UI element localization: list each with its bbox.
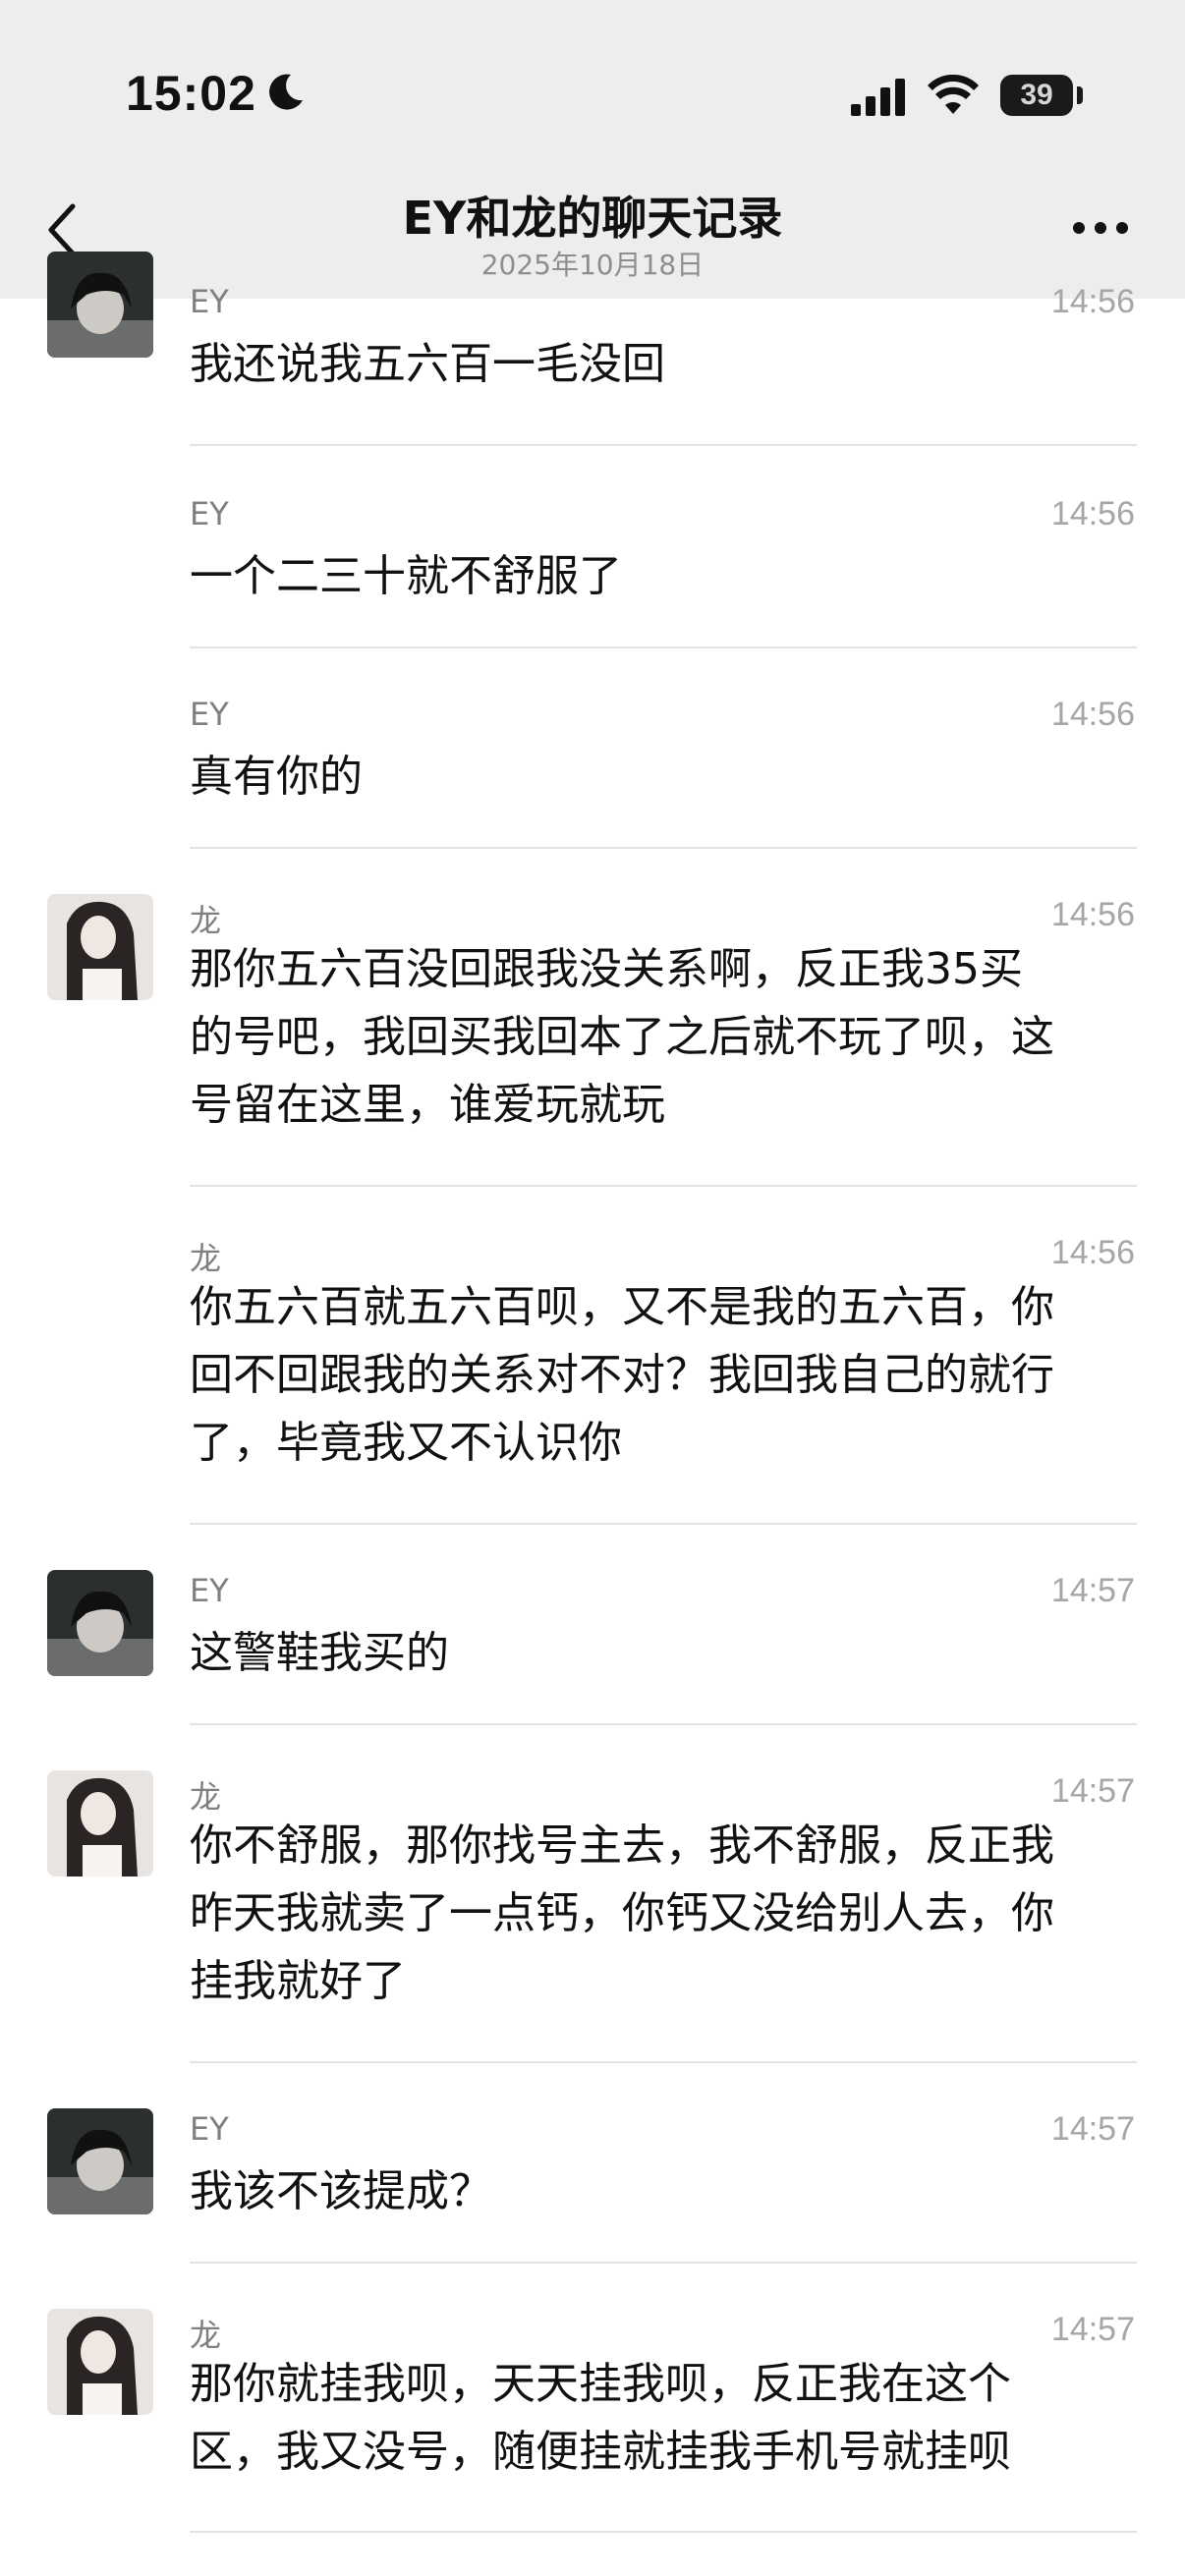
sender-name: EY <box>190 2110 229 2148</box>
message-time: 14:56 <box>1050 696 1135 733</box>
avatar[interactable] <box>47 894 153 1000</box>
message-line: 挂我就好了 <box>190 1956 406 2006</box>
message-text[interactable]: 你不舒服，那你找号主去，我不舒服，反正我 昨天我就卖了一点钙，你钙又没给别人去，… <box>190 1812 1143 2015</box>
list-item: EY 14:57 这警鞋我买的 <box>0 1525 1185 1725</box>
avatar[interactable] <box>47 2108 153 2214</box>
message-text[interactable]: 你五六百就五六百呗，又不是我的五六百，你 回不回跟我的关系对不对？我回我自己的就… <box>190 1273 1143 1477</box>
message-line: 了，毕竟我又不认识你 <box>190 1418 622 1468</box>
list-item: 龙 14:57 那你就挂我呗，天天挂我呗，反正我在这个 区，我又没号，随便挂就挂… <box>0 2264 1185 2533</box>
message-text[interactable]: 这警鞋我买的 <box>190 1619 1143 1687</box>
message-time: 14:57 <box>1050 2311 1135 2348</box>
avatar[interactable] <box>47 1570 153 1676</box>
message-time: 14:56 <box>1050 283 1135 320</box>
page-title: EY和龙的聊天记录 <box>402 192 783 245</box>
message-time: 14:56 <box>1050 495 1135 532</box>
battery-indicator: 39 <box>1000 75 1073 116</box>
sender-name: EY <box>190 283 229 320</box>
message-time: 14:56 <box>1050 1234 1135 1271</box>
list-item: 龙 14:57 你不舒服，那你找号主去，我不舒服，反正我 昨天我就卖了一点钙，你… <box>0 1725 1185 2063</box>
message-line: 那你五六百没回跟我没关系啊，反正我35买 <box>190 944 1023 994</box>
message-text[interactable]: 一个二三十就不舒服了 <box>190 542 1143 610</box>
divider <box>190 444 1137 446</box>
message-line: 区，我又没号，随便挂就挂我手机号就挂呗 <box>190 2427 1011 2477</box>
message-text[interactable]: 我还说我五六百一毛没回 <box>190 330 1143 398</box>
list-item: 龙 14:56 那你五六百没回跟我没关系啊，反正我35买 的号吧，我回买我回本了… <box>0 849 1185 1187</box>
battery-tip <box>1077 86 1083 104</box>
message-line: 的号吧，我回买我回本了之后就不玩了呗，这 <box>190 1012 1054 1062</box>
message-line: 那你就挂我呗，天天挂我呗，反正我在这个 <box>190 2359 1011 2409</box>
message-line: 回不回跟我的关系对不对？我回我自己的就行 <box>190 1350 1054 1400</box>
message-list: EY 14:56 我还说我五六百一毛没回 EY 14:56 一个二三十就不舒服了… <box>0 252 1185 2533</box>
message-line: 你五六百就五六百呗，又不是我的五六百，你 <box>190 1282 1054 1332</box>
message-text[interactable]: 我该不该提成？ <box>190 2157 1143 2225</box>
message-text[interactable]: 真有你的 <box>190 743 1143 811</box>
message-time: 14:57 <box>1050 2110 1135 2148</box>
message-time: 14:57 <box>1050 1772 1135 1810</box>
message-line: 号留在这里，谁爱玩就玩 <box>190 1080 665 1130</box>
moon-icon <box>269 74 303 110</box>
list-item: EY 14:56 真有你的 <box>0 648 1185 849</box>
more-dots-icon[interactable] <box>1071 220 1130 236</box>
list-item: EY 14:56 我还说我五六百一毛没回 <box>0 252 1185 448</box>
sender-name: EY <box>190 696 229 733</box>
message-time: 14:56 <box>1050 896 1135 933</box>
message-line: 昨天我就卖了一点钙，你钙又没给别人去，你 <box>190 1888 1054 1938</box>
avatar[interactable] <box>47 252 153 358</box>
message-time: 14:57 <box>1050 1572 1135 1609</box>
list-item: EY 14:57 我该不该提成？ <box>0 2063 1185 2264</box>
sender-name: EY <box>190 495 229 532</box>
list-item: 龙 14:56 你五六百就五六百呗，又不是我的五六百，你 回不回跟我的关系对不对… <box>0 1187 1185 1525</box>
message-text[interactable]: 那你就挂我呗，天天挂我呗，反正我在这个 区，我又没号，随便挂就挂我手机号就挂呗 <box>190 2350 1143 2486</box>
message-text[interactable]: 那你五六百没回跟我没关系啊，反正我35买 的号吧，我回买我回本了之后就不玩了呗，… <box>190 935 1143 1139</box>
divider <box>190 2531 1137 2533</box>
page-subtitle: 2025年10月18日 <box>480 249 705 281</box>
avatar[interactable] <box>47 1770 153 1876</box>
list-item: EY 14:56 一个二三十就不舒服了 <box>0 448 1185 648</box>
status-time: 15:02 <box>126 66 256 121</box>
message-line: 你不舒服，那你找号主去，我不舒服，反正我 <box>190 1820 1054 1871</box>
wifi-icon <box>928 75 979 114</box>
signal-icon <box>851 79 905 116</box>
avatar[interactable] <box>47 2309 153 2415</box>
sender-name: EY <box>190 1572 229 1609</box>
